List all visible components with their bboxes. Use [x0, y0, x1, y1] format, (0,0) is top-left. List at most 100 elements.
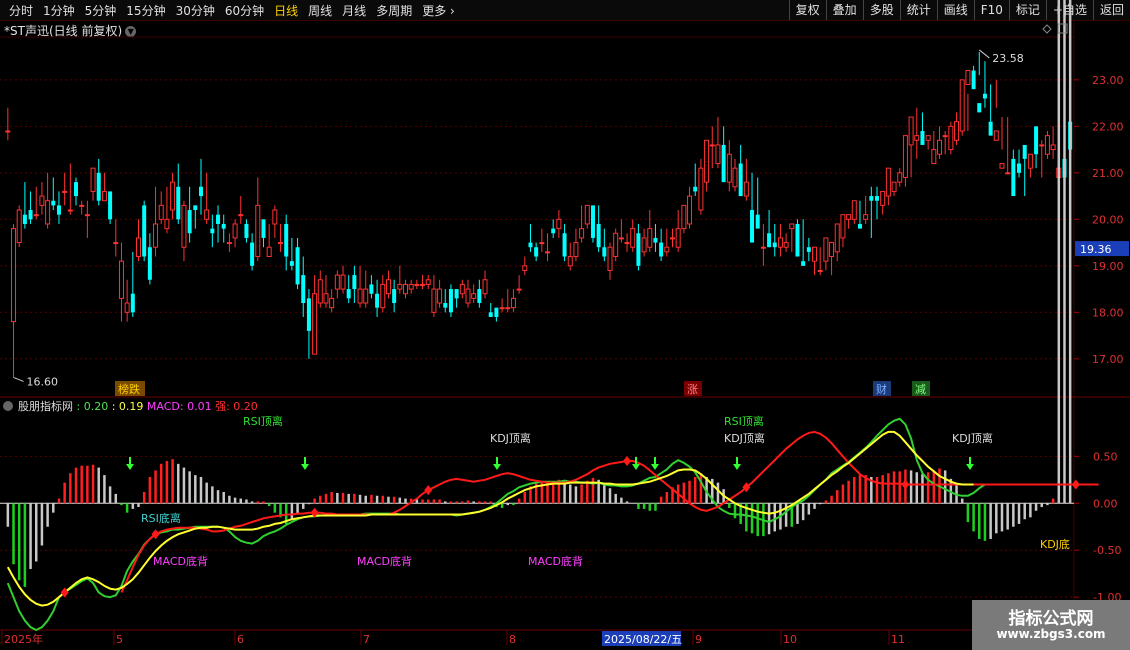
candle-body [74, 182, 79, 197]
candle-body [709, 144, 715, 147]
signal-label: MACD底背 [153, 554, 208, 568]
low-price-label: 16.60 [27, 375, 59, 388]
high-pointer [978, 49, 990, 59]
candle-body [834, 223, 840, 253]
candle-body [573, 242, 579, 258]
candle-body [216, 214, 221, 224]
candle-body [306, 298, 311, 331]
candle-body [750, 210, 755, 243]
candle-body [232, 223, 238, 239]
candle-body [783, 242, 789, 248]
signal-label: MACD底背 [528, 554, 583, 568]
candle-body [11, 228, 17, 323]
candle-body [767, 233, 772, 248]
candle-body [226, 242, 232, 245]
candle-body [329, 297, 335, 309]
candle-body [920, 130, 925, 145]
candle-body [250, 242, 255, 266]
candle-body [90, 167, 96, 192]
candle-body [425, 279, 431, 285]
candle-body [79, 204, 85, 207]
chevron-down-icon [3, 401, 13, 411]
candle-body [545, 251, 551, 254]
indicator-value: 股朋指标网 [18, 399, 73, 413]
candle-body [181, 204, 187, 248]
candle-body [499, 307, 505, 310]
candle-body [1044, 135, 1050, 155]
candle-body [124, 302, 130, 313]
candle-body [403, 283, 408, 295]
candle-body [187, 210, 192, 234]
candle-body [590, 205, 595, 238]
signal-label: KDJ底 [1040, 537, 1070, 551]
candle-body [16, 209, 22, 244]
candle-body [738, 163, 743, 197]
candle-body [704, 139, 710, 183]
candle-body [772, 242, 777, 248]
diamond-icon [1042, 24, 1052, 34]
candle-body [494, 307, 499, 317]
candle-body [891, 181, 897, 192]
candle-body [670, 237, 675, 240]
candle-body [641, 237, 647, 253]
candle-body [806, 247, 811, 252]
time-axis-label: 9 [695, 633, 702, 646]
candle-body [584, 204, 590, 225]
candle-body [908, 116, 914, 146]
candle-body [607, 246, 613, 271]
down-arrow-icon [966, 464, 974, 470]
candle-body [482, 279, 488, 295]
candle-body [193, 205, 198, 211]
candle-body [295, 247, 300, 285]
time-axis-label: 7 [363, 633, 370, 646]
candle-body [289, 261, 294, 266]
candle-body [130, 293, 135, 313]
candle-body [1011, 158, 1016, 197]
candle-body [982, 93, 987, 99]
candle-body [602, 247, 607, 257]
candle-body [51, 200, 56, 206]
candle-body [238, 214, 244, 217]
time-axis-label: 8 [509, 633, 516, 646]
candle-body [244, 223, 249, 238]
candle-body [272, 209, 278, 225]
candle-body [624, 242, 630, 245]
chart-canvas[interactable]: 23.00 22.00 21.00 20.00 19.00 18.00 17.00 0.50 0… [0, 0, 1130, 650]
candle-body [323, 293, 329, 304]
candle-body [880, 190, 886, 206]
cursor-date: 2025/08/22/五 [604, 633, 682, 646]
indicator-header: 股朋指标网 : 0.20 : 0.19 MACD: 0.01 强: 0.20 [18, 399, 258, 413]
candle-body [67, 209, 73, 212]
signal-diamond [623, 456, 632, 467]
candle-body [795, 223, 800, 257]
candle-body [942, 135, 948, 138]
price-tick-label: 19.00 [1092, 260, 1124, 273]
price-tick-label: 17.00 [1092, 353, 1124, 366]
signal-label: RSI顶离 [243, 414, 283, 428]
candle-body [477, 289, 482, 304]
candle-body [28, 210, 33, 220]
candle-body [959, 79, 965, 132]
candle-body [993, 130, 999, 141]
candle-body [846, 214, 852, 220]
candle-body [687, 195, 693, 225]
candle-body [437, 288, 443, 304]
candle-body [471, 293, 477, 299]
candle-body [760, 246, 766, 249]
event-marker: 榜跌 [118, 382, 140, 396]
indicator-value: 强: 0.20 [212, 400, 258, 413]
candle-body [1022, 144, 1027, 159]
candle-body [562, 233, 567, 257]
candle-body [221, 223, 226, 229]
price-tick-label: 18.00 [1092, 306, 1124, 319]
candle-body [284, 223, 289, 257]
candle-body [528, 242, 533, 248]
candle-body [743, 181, 749, 197]
signal-label: RSI顶离 [724, 414, 764, 428]
event-marker: 财 [876, 382, 887, 396]
candle-body [954, 121, 960, 141]
candle-body [579, 228, 585, 239]
candle-body [278, 242, 284, 245]
candle-body [715, 144, 721, 165]
down-arrow-icon [651, 464, 659, 470]
